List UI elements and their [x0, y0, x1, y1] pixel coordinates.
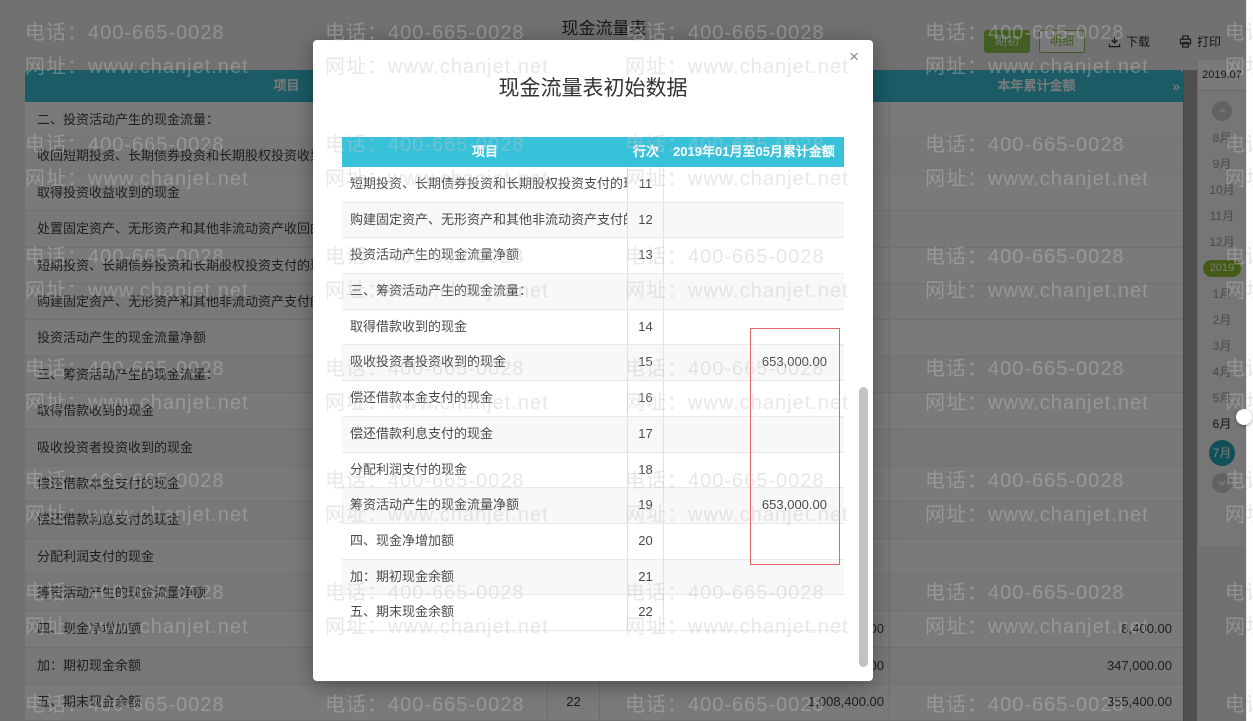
modal-row-item: 购建固定资产、无形资产和其他非流动资产支付的现金 [342, 202, 628, 238]
modal-row-amount-cell[interactable] [664, 274, 844, 309]
modal-row-item: 取得借款收到的现金 [342, 309, 628, 345]
modal-header-amount: 2019年01月至05月累计金额 [673, 144, 835, 159]
modal-row-amount-cell[interactable] [664, 310, 844, 345]
modal-table-row: 取得借款收到的现金 14 [342, 309, 844, 346]
modal-row-line-no: 13 [628, 238, 664, 274]
modal-row-amount-cell[interactable] [664, 167, 844, 202]
modal-table-row: 三、筹资活动产生的现金流量： [342, 274, 844, 310]
modal-row-line-no: 17 [628, 416, 664, 452]
modal-table-row: 筹资活动产生的现金流量净额 19 653,000.00 [342, 488, 844, 524]
modal-table-row: 投资活动产生的现金流量净额 13 [342, 238, 844, 275]
modal-row-line-no: 19 [628, 488, 664, 523]
initial-data-modal: × 现金流量表初始数据 项目 行次 2019年01月至05月累计金额 短期投资、… [313, 40, 873, 681]
modal-table-row: 偿还借款利息支付的现金 17 [342, 416, 844, 453]
modal-table-body: 短期投资、长期债券投资和长期股权投资支付的现金 11 购建固定资产、无形资产和其… [342, 167, 844, 631]
modal-row-amount-cell[interactable] [664, 560, 844, 595]
modal-scrollbar-thumb[interactable] [859, 387, 868, 667]
modal-row-amount-cell[interactable] [664, 203, 844, 238]
modal-table-row: 分配利润支付的现金 18 [342, 452, 844, 489]
modal-row-item: 加：期初现金余额 [342, 559, 628, 595]
modal-table-row: 购建固定资产、无形资产和其他非流动资产支付的现金 12 [342, 202, 844, 239]
modal-table-header: 项目 行次 2019年01月至05月累计金额 [342, 137, 844, 167]
modal-row-line-no: 12 [628, 202, 664, 238]
modal-row-line-no: 15 [628, 345, 664, 381]
modal-row-amount-cell[interactable] [664, 524, 844, 559]
modal-row-line-no [628, 274, 664, 309]
modal-row-amount-cell[interactable] [664, 595, 844, 630]
modal-table-row: 短期投资、长期债券投资和长期股权投资支付的现金 11 [342, 167, 844, 203]
modal-row-line-no: 11 [628, 167, 664, 202]
modal-row-amount-cell[interactable]: 653,000.00 [664, 345, 844, 380]
modal-row-item: 分配利润支付的现金 [342, 452, 628, 488]
modal-row-amount-cell[interactable] [664, 381, 844, 416]
modal-row-line-no: 14 [628, 309, 664, 345]
modal-table-row: 偿还借款本金支付的现金 16 [342, 381, 844, 417]
modal-row-item: 短期投资、长期债券投资和长期股权投资支付的现金 [342, 167, 628, 202]
modal-row-amount-cell[interactable] [664, 453, 844, 488]
modal-table-row: 四、现金净增加额 20 [342, 523, 844, 560]
modal-row-item: 五、期末现金余额 [342, 595, 628, 630]
modal-row-item: 三、筹资活动产生的现金流量： [342, 274, 628, 309]
modal-row-item: 偿还借款利息支付的现金 [342, 416, 628, 452]
modal-row-item: 筹资活动产生的现金流量净额 [342, 488, 628, 523]
modal-table-row: 五、期末现金余额 22 [342, 595, 844, 631]
modal-row-amount-cell[interactable]: 653,000.00 [664, 488, 844, 523]
modal-row-item: 偿还借款本金支付的现金 [342, 381, 628, 416]
modal-row-item: 四、现金净增加额 [342, 523, 628, 559]
modal-row-line-no: 18 [628, 452, 664, 488]
close-icon[interactable]: × [849, 48, 859, 65]
modal-row-amount-cell[interactable] [664, 238, 844, 273]
modal-table-row: 吸收投资者投资收到的现金 15 653,000.00 [342, 345, 844, 382]
app-window: 现金流量表 期初 明细 下载 打印 [0, 0, 1253, 721]
modal-row-item: 投资活动产生的现金流量净额 [342, 238, 628, 274]
modal-row-line-no: 20 [628, 523, 664, 559]
modal-row-line-no: 22 [628, 595, 664, 630]
modal-row-line-no: 21 [628, 559, 664, 595]
modal-table-row: 加：期初现金余额 21 [342, 559, 844, 596]
modal-header-item: 项目 [471, 144, 498, 159]
modal-row-line-no: 16 [628, 381, 664, 416]
window-scrollbar-thumb[interactable] [1236, 409, 1252, 425]
modal-row-item: 吸收投资者投资收到的现金 [342, 345, 628, 381]
modal-header-line: 行次 [632, 144, 659, 159]
modal-table: 项目 行次 2019年01月至05月累计金额 短期投资、长期债券投资和长期股权投… [342, 137, 844, 631]
modal-row-amount-cell[interactable] [664, 417, 844, 452]
window-scrollbar[interactable] [1236, 0, 1253, 721]
modal-title: 现金流量表初始数据 [498, 77, 688, 100]
